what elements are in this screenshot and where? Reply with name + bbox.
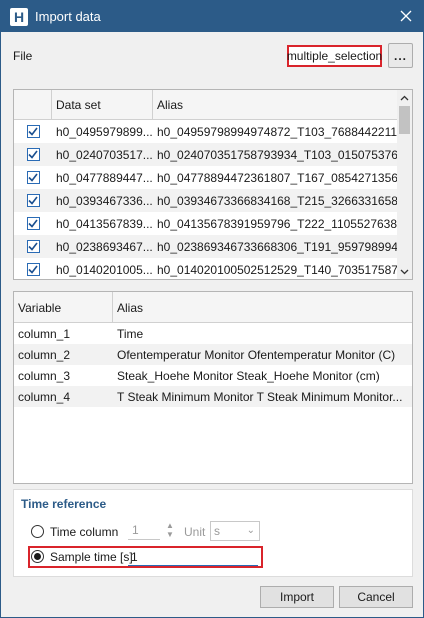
row-checkbox[interactable] bbox=[26, 148, 40, 161]
dataset-name-cell: h0_0240703517... bbox=[56, 147, 153, 162]
row-checkbox-cell bbox=[14, 217, 52, 230]
stepper-up-icon[interactable]: ▲ bbox=[164, 521, 176, 530]
radio-selected-dot bbox=[34, 553, 41, 560]
table-row[interactable]: h0_0240703517... h0_024070351758793934_T1… bbox=[14, 143, 398, 166]
time-reference-title: Time reference bbox=[21, 497, 107, 511]
checkmark-icon bbox=[28, 127, 38, 136]
dataset-table: Data set Alias h0_0495979899... h0_049597… bbox=[13, 89, 413, 280]
sample-time-input[interactable]: 1 bbox=[128, 548, 258, 566]
variable-table-header: Variable Alias bbox=[14, 292, 412, 323]
dataset-name-cell: h0_0477889447... bbox=[56, 170, 153, 185]
import-data-dialog: H Import data File multiple_selection ..… bbox=[0, 0, 424, 618]
row-checkbox[interactable] bbox=[26, 240, 40, 253]
time-column-label[interactable]: Time column bbox=[50, 525, 118, 539]
time-column-stepper[interactable]: ▲ ▼ bbox=[164, 521, 176, 540]
checkmark-icon bbox=[28, 196, 38, 205]
variable-name-cell: column_3 bbox=[18, 368, 71, 383]
row-checkbox[interactable] bbox=[26, 217, 40, 230]
checkmark-icon bbox=[28, 150, 38, 159]
dialog-content: File multiple_selection ... Data set Ali… bbox=[1, 32, 423, 617]
dataset-rows: h0_0495979899... h0_04959798994974872_T10… bbox=[14, 120, 398, 279]
time-reference-group: Time reference Time column 1 ▲ ▼ Unit s … bbox=[13, 489, 413, 577]
table-row[interactable]: h0_0393467336... h0_03934673366834168_T21… bbox=[14, 189, 398, 212]
dataset-alias-cell[interactable]: h0_04778894472361807_T167_085427135678..… bbox=[153, 171, 398, 185]
table-row[interactable]: h0_0140201005... h0_014020100502512529_T1… bbox=[14, 258, 398, 279]
table-row[interactable]: h0_0413567839... h0_04135678391959796_T22… bbox=[14, 212, 398, 235]
table-row[interactable]: column_3 Steak_Hoehe Monitor Steak_Hoehe … bbox=[14, 365, 412, 386]
checkmark-icon bbox=[28, 242, 38, 251]
dataset-alias-cell[interactable]: h0_03934673366834168_T215_326633165829..… bbox=[153, 194, 398, 208]
table-row[interactable]: h0_0477889447... h0_04778894472361807_T16… bbox=[14, 166, 398, 189]
dataset-name-cell: h0_0140201005... bbox=[56, 262, 153, 277]
app-logo-icon: H bbox=[10, 7, 28, 26]
scrollbar-thumb[interactable] bbox=[399, 106, 410, 134]
file-label: File bbox=[13, 49, 33, 63]
unit-label: Unit bbox=[184, 525, 206, 539]
sample-time-radio[interactable] bbox=[31, 550, 44, 563]
variable-alias-cell[interactable]: Time bbox=[113, 327, 410, 341]
table-row[interactable]: h0_0495979899... h0_04959798994974872_T10… bbox=[14, 120, 398, 143]
variable-alias-cell[interactable]: Steak_Hoehe Monitor Steak_Hoehe Monitor … bbox=[113, 369, 410, 383]
title-bar: H Import data bbox=[1, 1, 423, 32]
row-checkbox-cell bbox=[14, 240, 52, 253]
scroll-down-icon[interactable] bbox=[397, 264, 412, 279]
table-row[interactable]: column_1 Time bbox=[14, 323, 412, 344]
row-checkbox[interactable] bbox=[26, 263, 40, 276]
variable-name-cell: column_2 bbox=[18, 347, 71, 362]
row-checkbox-cell bbox=[14, 125, 52, 138]
dataset-name-cell: h0_0413567839... bbox=[56, 216, 153, 231]
unit-select-value: s bbox=[214, 524, 220, 538]
table-row[interactable]: h0_0238693467... h0_023869346733668306_T1… bbox=[14, 235, 398, 258]
checkmark-icon bbox=[28, 173, 38, 182]
cancel-button[interactable]: Cancel bbox=[339, 586, 413, 608]
import-button[interactable]: Import bbox=[260, 586, 334, 608]
stepper-down-icon[interactable]: ▼ bbox=[164, 530, 176, 539]
row-checkbox[interactable] bbox=[26, 125, 40, 138]
header-variable[interactable]: Variable bbox=[14, 292, 113, 323]
dataset-name-cell: h0_0238693467... bbox=[56, 239, 153, 254]
dataset-name-cell: h0_0393467336... bbox=[56, 193, 153, 208]
header-data-set[interactable]: Data set bbox=[52, 90, 153, 120]
dataset-alias-cell[interactable]: h0_04959798994974872_T103_768844221105..… bbox=[153, 125, 398, 139]
row-checkbox[interactable] bbox=[26, 171, 40, 184]
header-checkbox-column bbox=[14, 90, 52, 120]
dataset-alias-cell[interactable]: h0_024070351758793934_T103_01507537688..… bbox=[153, 148, 398, 162]
variable-alias-cell[interactable]: T Steak Minimum Monitor T Steak Minimum … bbox=[113, 390, 410, 404]
variable-alias-cell[interactable]: Ofentemperatur Monitor Ofentemperatur Mo… bbox=[113, 348, 410, 362]
checkmark-icon bbox=[28, 219, 38, 228]
checkmark-icon bbox=[28, 265, 38, 274]
unit-select[interactable]: s ⌄ bbox=[210, 521, 260, 541]
dataset-scrollbar[interactable] bbox=[397, 90, 412, 279]
variable-rows: column_1 Time column_2 Ofentemperatur Monit… bbox=[14, 323, 412, 407]
row-checkbox-cell bbox=[14, 194, 52, 207]
table-row[interactable]: column_2 Ofentemperatur Monitor Ofentempe… bbox=[14, 344, 412, 365]
dataset-alias-cell[interactable]: h0_04135678391959796_T222_110552763819..… bbox=[153, 217, 398, 231]
row-checkbox[interactable] bbox=[26, 194, 40, 207]
chevron-down-icon: ⌄ bbox=[246, 525, 255, 536]
scroll-up-icon[interactable] bbox=[397, 90, 412, 105]
time-column-radio[interactable] bbox=[31, 525, 44, 538]
row-checkbox-cell bbox=[14, 263, 52, 276]
close-icon bbox=[400, 10, 412, 22]
variable-name-cell: column_1 bbox=[18, 326, 71, 341]
sample-time-label[interactable]: Sample time [s] bbox=[50, 550, 133, 564]
table-row[interactable]: column_4 T Steak Minimum Monitor T Steak … bbox=[14, 386, 412, 407]
row-checkbox-cell bbox=[14, 171, 52, 184]
file-selection-field[interactable]: multiple_selection bbox=[287, 45, 382, 67]
dataset-alias-cell[interactable]: h0_023869346733668306_T191_95979899497..… bbox=[153, 240, 398, 254]
window-title: Import data bbox=[35, 9, 101, 24]
close-button[interactable] bbox=[397, 7, 415, 25]
header-alias[interactable]: Alias bbox=[153, 90, 398, 120]
variable-table: Variable Alias column_1 Time column_2 Ofent… bbox=[13, 291, 413, 484]
dataset-table-header: Data set Alias bbox=[14, 90, 398, 120]
time-column-input[interactable]: 1 bbox=[128, 521, 160, 540]
row-checkbox-cell bbox=[14, 148, 52, 161]
dataset-name-cell: h0_0495979899... bbox=[56, 124, 153, 139]
dataset-alias-cell[interactable]: h0_014020100502512529_T140_70351758793..… bbox=[153, 263, 398, 277]
browse-button[interactable]: ... bbox=[388, 43, 413, 68]
header-variable-alias[interactable]: Alias bbox=[113, 292, 412, 323]
variable-name-cell: column_4 bbox=[18, 389, 71, 404]
